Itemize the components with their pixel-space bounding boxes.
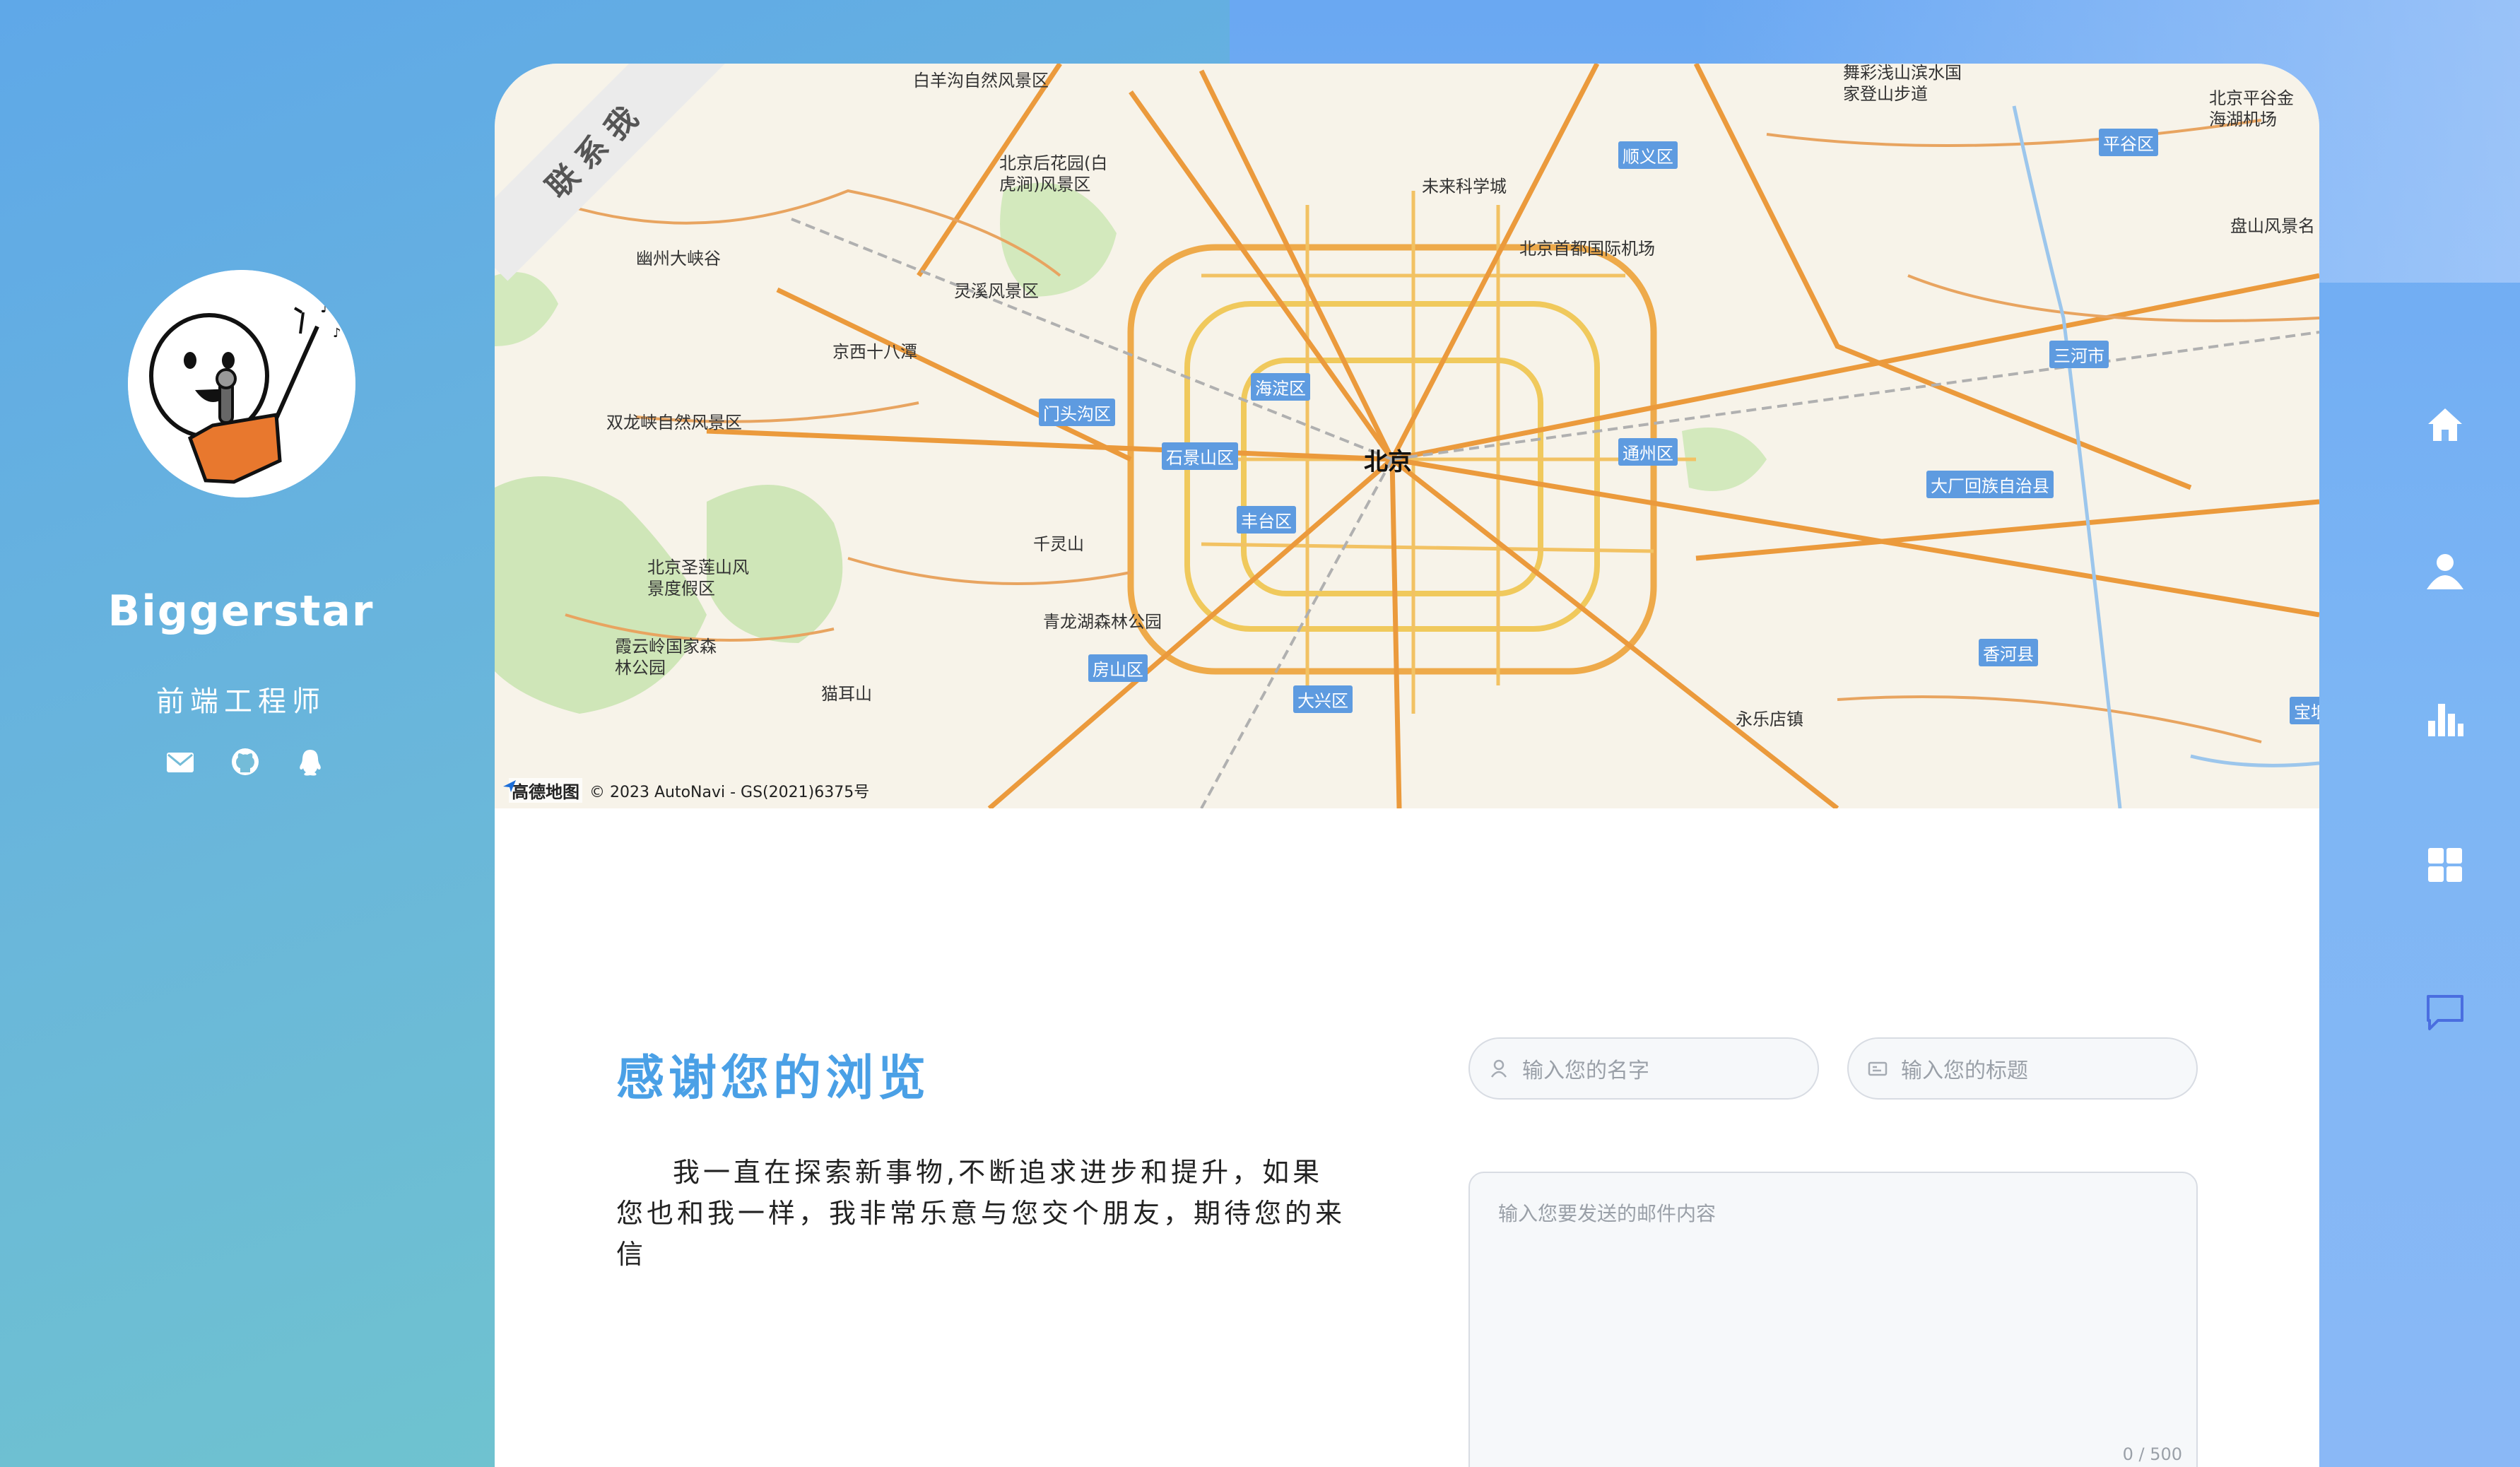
- thanks-title: 感谢您的浏览: [616, 1051, 931, 1107]
- map-place: 霞云岭国家森林公园: [615, 637, 717, 678]
- map-place: 北京圣莲山风景度假区: [647, 558, 749, 599]
- map-place: 白羊沟自然风景区: [913, 71, 1049, 90]
- map-district-xianghe: 香河县: [1979, 639, 2038, 666]
- map-district-daxing: 大兴区: [1293, 685, 1353, 713]
- map-district-fengtai: 丰台区: [1237, 506, 1296, 534]
- map-place: 北京后花园(白虎涧)风景区: [999, 153, 1108, 194]
- id-card-icon: [1867, 1058, 1888, 1079]
- name-field[interactable]: 输入您的名字: [1468, 1037, 1819, 1100]
- chart-icon[interactable]: [2417, 690, 2473, 746]
- map[interactable]: 北京 顺义区 平谷区 海淀区 门头沟区 石景山区 丰台区 通州区 三河市 大厂回…: [495, 64, 2319, 808]
- qq-icon[interactable]: [294, 746, 326, 778]
- char-counter: 0 / 500: [2122, 1444, 2182, 1464]
- map-place: 青龙湖森林公园: [1043, 612, 1162, 632]
- map-attribution: 高德地图 © 2023 AutoNavi - GS(2021)6375号: [502, 778, 869, 803]
- map-district-fangshan: 房山区: [1088, 654, 1148, 682]
- contact-card: 北京 顺义区 平谷区 海淀区 门头沟区 石景山区 丰台区 通州区 三河市 大厂回…: [495, 64, 2319, 1467]
- map-place: 舞彩浅山滨水国家登山步道: [1843, 64, 1962, 104]
- map-place: 猫耳山: [821, 684, 872, 704]
- map-copyright: © 2023 AutoNavi - GS(2021)6375号: [589, 783, 870, 801]
- map-place: 灵溪风景区: [954, 281, 1039, 301]
- thanks-text: 我一直在探索新事物,不断追求进步和提升，如果您也和我一样，我非常乐意与您交个朋友…: [616, 1157, 1346, 1270]
- user-icon[interactable]: [2417, 543, 2473, 599]
- github-icon[interactable]: [229, 746, 261, 778]
- svg-text:♪: ♪: [333, 326, 341, 341]
- right-navigation: [2417, 396, 2473, 1131]
- map-place: 北京首都国际机场: [1519, 239, 1655, 259]
- home-icon[interactable]: [2417, 396, 2473, 452]
- name-placeholder: 输入您的名字: [1522, 1059, 1649, 1083]
- grid-icon[interactable]: [2417, 837, 2473, 893]
- profile-title: 前端工程师: [156, 685, 326, 718]
- map-district-pinggu: 平谷区: [2099, 129, 2158, 156]
- map-city-label: 北京: [1364, 448, 1412, 476]
- subject-placeholder: 输入您的标题: [1901, 1059, 2028, 1083]
- map-place: 盘山风景名: [2230, 216, 2315, 236]
- message-textarea[interactable]: 输入您要发送的邮件内容 0 / 500: [1468, 1172, 2198, 1467]
- map-district-sanhe: 三河市: [2049, 341, 2109, 368]
- map-district-baodi: 宝坻: [2290, 697, 2319, 724]
- subject-field[interactable]: 输入您的标题: [1847, 1037, 2198, 1100]
- map-place: 北京平谷金海湖机场: [2209, 88, 2294, 129]
- mail-icon[interactable]: [164, 746, 196, 778]
- user-icon: [1488, 1058, 1509, 1079]
- map-district-shunyi: 顺义区: [1618, 141, 1678, 169]
- map-brand[interactable]: 高德地图: [509, 778, 582, 803]
- map-district-mentougou: 门头沟区: [1039, 399, 1115, 426]
- map-place: 千灵山: [1033, 534, 1084, 554]
- map-place: 永乐店镇: [1736, 709, 1803, 729]
- map-place: 幽州大峡谷: [636, 249, 721, 269]
- profile-panel: ♪ ♪ Biggerstar 前端工程师: [0, 0, 495, 1467]
- map-place: 未来科学城: [1422, 177, 1507, 196]
- map-place: 京西十八潭: [832, 342, 917, 362]
- map-place: 双龙峡自然风景区: [606, 413, 742, 432]
- map-district-haidian: 海淀区: [1251, 373, 1310, 401]
- avatar[interactable]: ♪ ♪: [128, 270, 355, 497]
- message-icon[interactable]: [2417, 984, 2473, 1040]
- profile-name: Biggerstar: [107, 587, 375, 636]
- message-placeholder: 输入您要发送的邮件内容: [1498, 1202, 1717, 1225]
- map-district-dachang: 大厂回族自治县: [1926, 471, 2054, 498]
- svg-text:♪: ♪: [320, 299, 330, 317]
- social-links: [164, 742, 326, 782]
- map-district-shijingshan: 石景山区: [1162, 442, 1238, 470]
- map-district-tongzhou: 通州区: [1618, 438, 1678, 466]
